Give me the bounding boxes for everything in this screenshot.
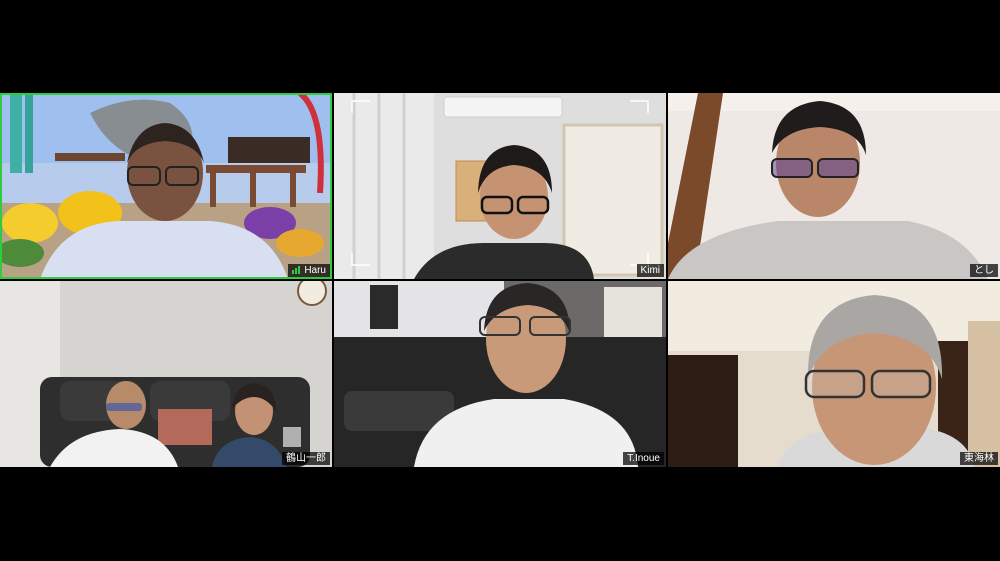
video-tile-shoji[interactable]: 東海林 xyxy=(668,281,1000,467)
video-tile-tsuruyama[interactable]: 鶴山一郎 xyxy=(0,281,332,467)
video-feed-toshi xyxy=(668,93,1000,279)
video-tile-toshi[interactable]: とし xyxy=(668,93,1000,279)
participant-name-tag: Haru xyxy=(288,264,330,277)
video-feed-haru xyxy=(0,93,332,279)
participant-name-tag: Kimi xyxy=(636,264,664,277)
video-feed-tsuruyama xyxy=(0,281,332,467)
participant-name-tag: 鶴山一郎 xyxy=(282,452,330,465)
video-tile-haru[interactable]: Haru xyxy=(0,93,332,279)
video-feed-t-inoue xyxy=(334,281,666,467)
video-tile-kimi[interactable]: Kimi xyxy=(334,93,666,279)
participant-name-tag: T.Inoue xyxy=(623,452,664,465)
video-feed-shoji xyxy=(668,281,1000,467)
video-feed-kimi xyxy=(334,93,666,279)
participant-name-tag: とし xyxy=(970,264,998,277)
participant-name-tag: 東海林 xyxy=(960,452,998,465)
mic-level-icon xyxy=(292,266,301,274)
video-tile-t-inoue[interactable]: T.Inoue xyxy=(334,281,666,467)
video-gallery: Haru Kimi とし 鶴山一郎 T.Inoue 東海林 xyxy=(0,93,1000,467)
